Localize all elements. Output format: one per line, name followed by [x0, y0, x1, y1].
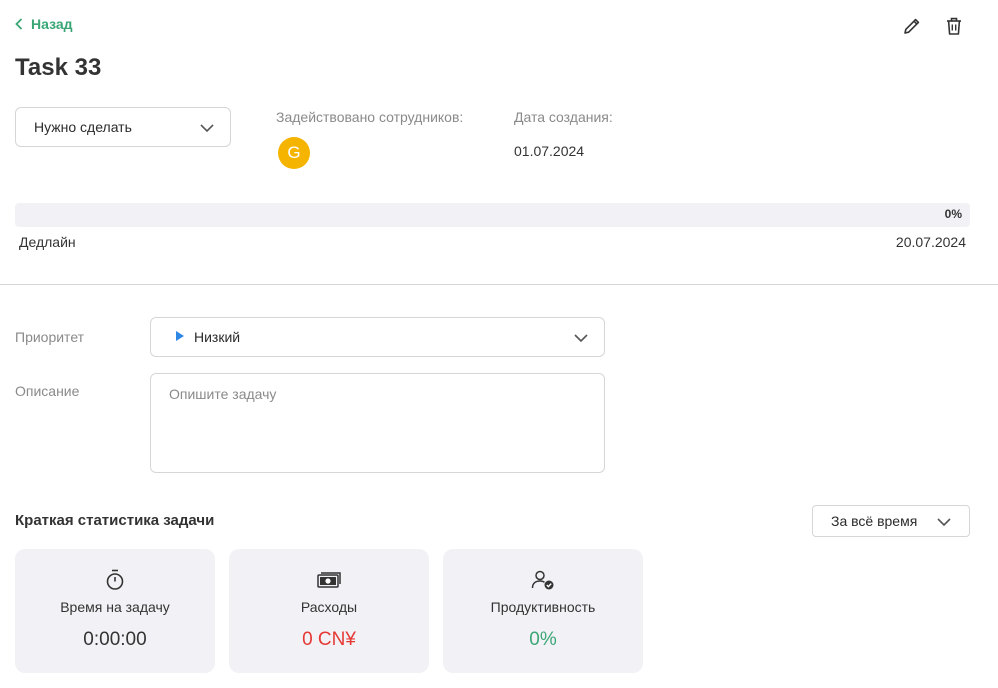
chevron-left-icon [15, 18, 23, 30]
progress-bar [15, 203, 970, 227]
delete-button[interactable] [942, 16, 966, 40]
divider [0, 284, 998, 285]
edit-button[interactable] [900, 16, 924, 40]
stat-label: Продуктивность [490, 599, 596, 615]
stat-label: Расходы [300, 599, 358, 615]
status-value: Нужно сделать [34, 119, 132, 135]
chevron-down-icon [937, 513, 951, 529]
avatar[interactable]: G [278, 137, 310, 169]
back-label: Назад [31, 16, 73, 32]
trash-icon [945, 16, 963, 41]
period-value: За всё время [831, 513, 918, 529]
stat-label: Время на задачу [60, 599, 170, 615]
stats-title: Краткая статистика задачи [15, 512, 215, 529]
priority-label: Приоритет [15, 329, 85, 345]
status-select[interactable]: Нужно сделать [15, 107, 231, 147]
page-title: Task 33 [15, 54, 102, 81]
progress-percent: 0% [944, 207, 962, 221]
stat-value: 0% [529, 629, 557, 650]
deadline-value: 20.07.2024 [895, 234, 966, 250]
priority-select[interactable]: Низкий [150, 317, 605, 357]
employees-label: Задействовано сотрудников: [276, 109, 464, 125]
chevron-down-icon [574, 329, 588, 345]
stopwatch-icon [105, 569, 125, 591]
stat-card-time: Время на задачу 0:00:00 [15, 549, 215, 673]
priority-flag-icon [175, 329, 185, 345]
created-date-value: 01.07.2024 [514, 143, 585, 159]
deadline-label: Дедлайн [19, 234, 76, 250]
description-label: Описание [15, 383, 80, 399]
stat-card-productivity: Продуктивность 0% [443, 549, 643, 673]
created-date-label: Дата создания: [514, 109, 613, 125]
user-check-icon [531, 569, 555, 591]
stat-card-expenses: Расходы 0 CN¥ [229, 549, 429, 673]
stat-value: 0 CN¥ [302, 629, 356, 650]
back-link[interactable]: Назад [15, 16, 73, 32]
cash-icon [317, 569, 341, 591]
stat-value: 0:00:00 [83, 629, 147, 650]
description-input[interactable] [150, 373, 605, 473]
task-actions [900, 16, 966, 40]
chevron-down-icon [200, 119, 214, 135]
priority-value: Низкий [194, 329, 241, 345]
pencil-icon [902, 16, 922, 41]
period-select[interactable]: За всё время [812, 505, 970, 537]
